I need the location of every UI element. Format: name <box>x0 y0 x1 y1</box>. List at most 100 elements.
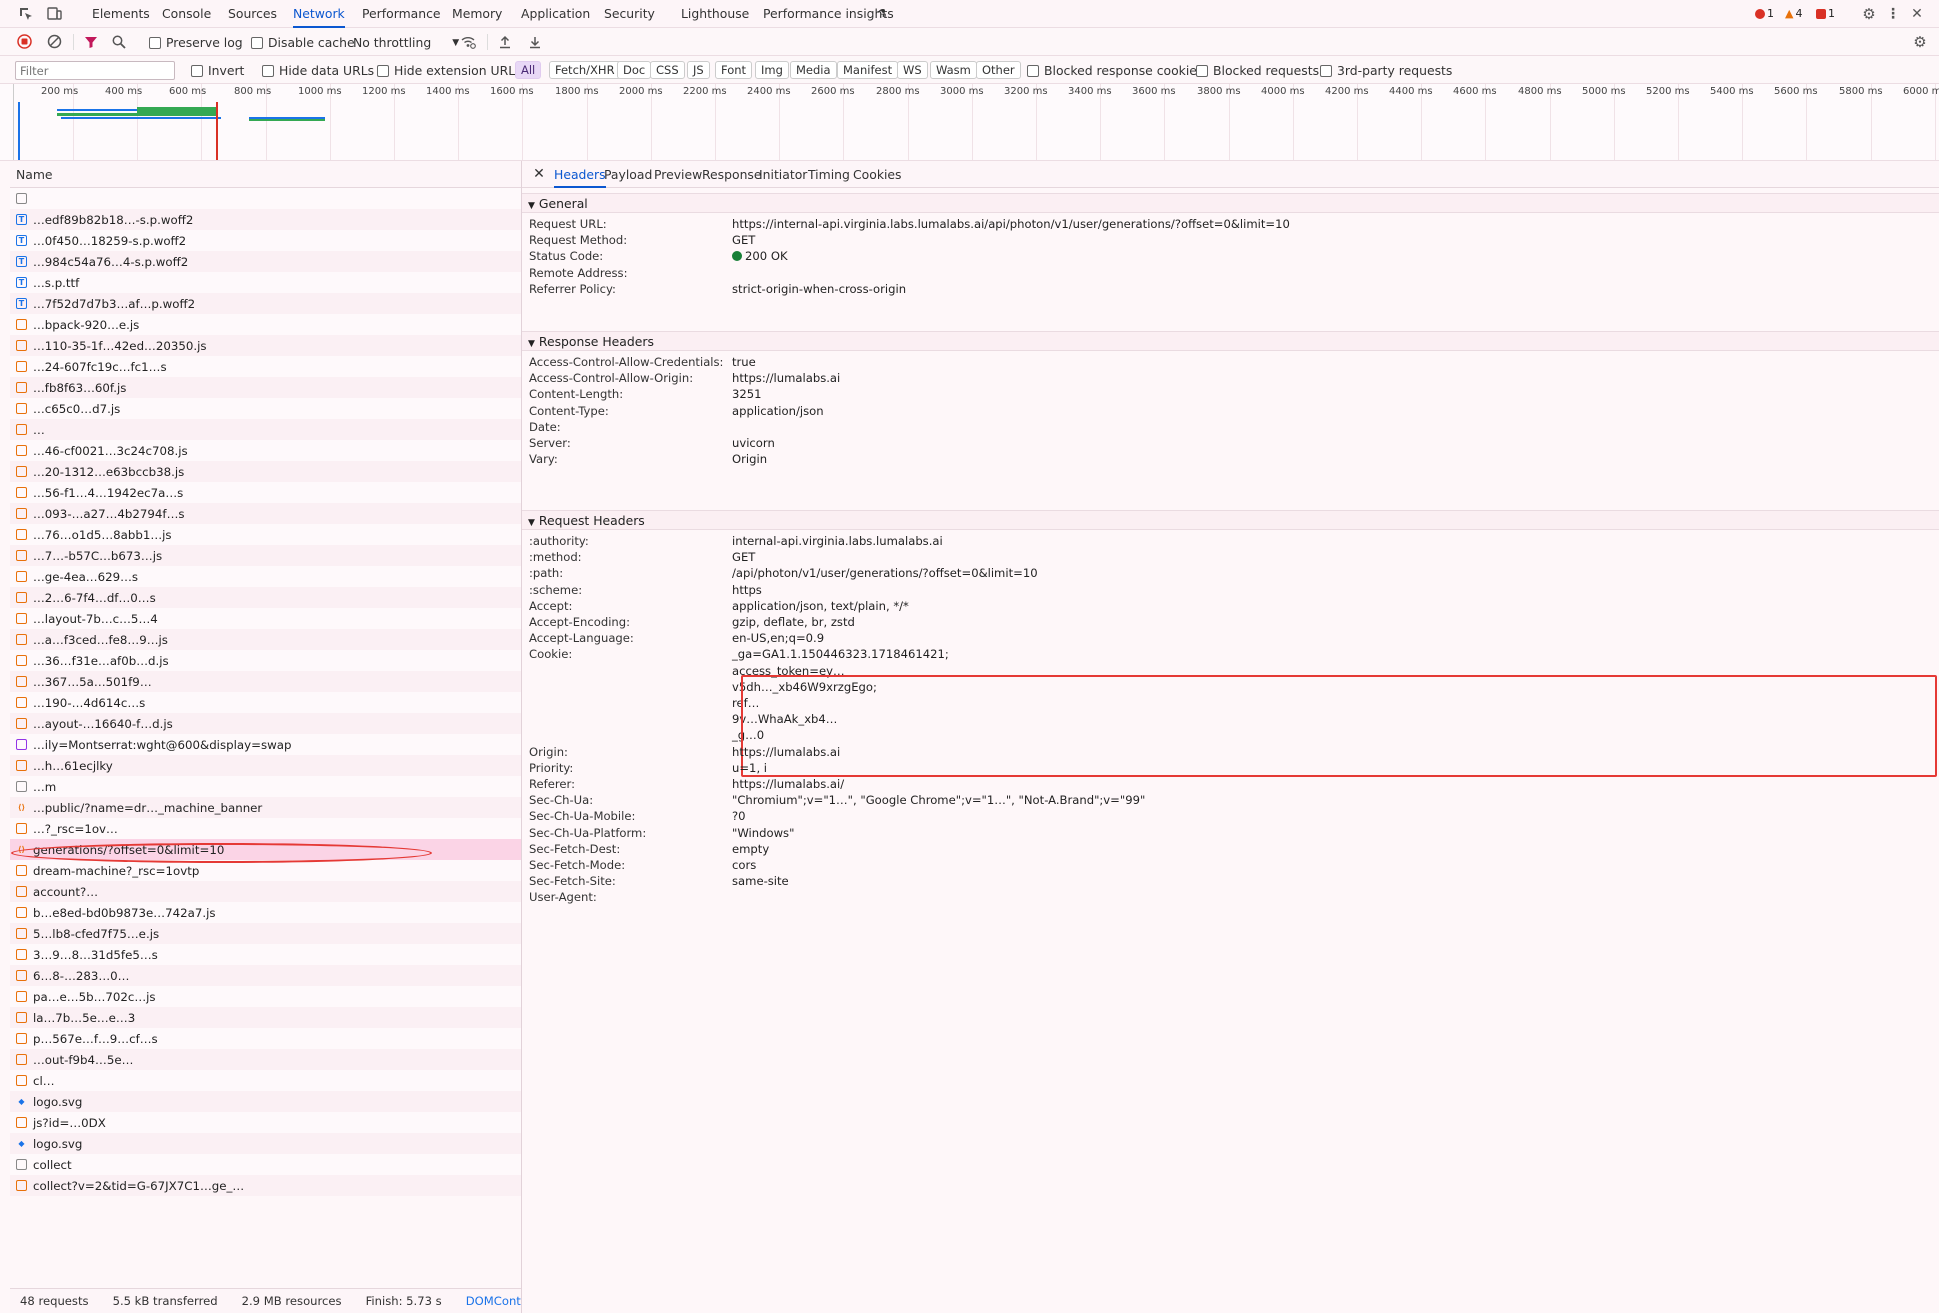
type-filter-manifest[interactable]: Manifest <box>837 61 899 79</box>
request-row[interactable]: cl… <box>10 1070 521 1091</box>
export-har-icon[interactable] <box>527 34 542 49</box>
close-devtools-icon[interactable]: ✕ <box>1908 5 1926 23</box>
preserve-log-checkbox[interactable]: Preserve log <box>149 35 243 50</box>
request-row[interactable]: …76…o1d5…8abb1…js <box>10 524 521 545</box>
request-row[interactable]: …h…61ecjlky <box>10 755 521 776</box>
request-row[interactable]: …out-f9b4…5e… <box>10 1049 521 1070</box>
request-row[interactable]: …layout-7b…c…5…4 <box>10 608 521 629</box>
error-badge[interactable]: 1 <box>1755 7 1774 20</box>
response-headers-section-header[interactable]: ▼ Response Headers <box>522 331 1939 351</box>
request-row[interactable]: …ge-4ea…629…s <box>10 566 521 587</box>
request-row[interactable]: …24-607fc19c…fc1…s <box>10 356 521 377</box>
tab-memory[interactable]: Memory <box>452 0 502 28</box>
filter-funnel-icon[interactable] <box>83 34 98 49</box>
request-row[interactable]: …093-…a27…4b2794f…s <box>10 503 521 524</box>
details-tab-cookies[interactable]: Cookies <box>853 161 902 188</box>
request-row[interactable]: …?_rsc=1ov… <box>10 818 521 839</box>
request-row[interactable]: …ayout-…16640-f…d.js <box>10 713 521 734</box>
type-filter-js[interactable]: JS <box>687 61 710 79</box>
type-filter-font[interactable]: Font <box>715 61 753 79</box>
disable-cache-checkbox[interactable]: Disable cache <box>251 35 355 50</box>
throttling-select[interactable]: No throttling ▼ <box>353 35 459 50</box>
request-row[interactable]: …2…6-7f4…df…0…s <box>10 587 521 608</box>
request-row[interactable]: T …984c54a76…4-s.p.woff2 <box>10 251 521 272</box>
more-options-icon[interactable]: ⋮ <box>1886 5 1900 23</box>
third-party-requests-checkbox[interactable]: 3rd-party requests <box>1320 63 1452 78</box>
import-har-icon[interactable] <box>497 34 512 49</box>
request-row[interactable]: …36…f31e…af0b…d.js <box>10 650 521 671</box>
request-row[interactable]: dream-machine?_rsc=1ovtp <box>10 860 521 881</box>
filter-input[interactable] <box>15 61 175 80</box>
request-row[interactable]: T …0f450…18259-s.p.woff2 <box>10 230 521 251</box>
request-row[interactable]: 6…8-…283…0… <box>10 965 521 986</box>
request-row[interactable]: …ily=Montserrat:wght@600&display=swap <box>10 734 521 755</box>
tab-lighthouse[interactable]: Lighthouse <box>681 0 749 28</box>
request-row[interactable]: …bpack-920…e.js <box>10 314 521 335</box>
hide-extension-urls-checkbox[interactable]: Hide extension URLs <box>377 63 522 78</box>
details-tab-preview[interactable]: Preview <box>654 161 702 188</box>
general-section-header[interactable]: ▼ General <box>522 193 1939 213</box>
type-filter-fetch-xhr[interactable]: Fetch/XHR <box>549 61 621 79</box>
close-details-icon[interactable]: ✕ <box>532 166 546 182</box>
hide-data-urls-checkbox[interactable]: Hide data URLs <box>262 63 374 78</box>
details-tab-payload[interactable]: Payload <box>604 161 652 188</box>
details-tab-headers[interactable]: Headers <box>554 161 606 188</box>
tab-network[interactable]: Network <box>293 0 345 28</box>
network-overview-timeline[interactable]: 200 ms 400 ms 600 ms 800 ms 1000 ms 1200 ms 14… <box>0 84 1939 161</box>
request-row[interactable]: T …s.p.ttf <box>10 272 521 293</box>
request-row[interactable]: b…e8ed-bd0b9873e…742a7.js <box>10 902 521 923</box>
request-row[interactable]: …7…-b57C…b673…js <box>10 545 521 566</box>
type-filter-doc[interactable]: Doc <box>617 61 652 79</box>
invert-checkbox[interactable]: Invert <box>191 63 244 78</box>
request-row[interactable]: collect <box>10 1154 521 1175</box>
request-row[interactable]: …c65c0…d7.js <box>10 398 521 419</box>
request-row[interactable]: pa…e…5b…702c…js <box>10 986 521 1007</box>
inspect-element-icon[interactable] <box>18 6 34 22</box>
request-row[interactable]: 5…lb8-cfed7f75…e.js <box>10 923 521 944</box>
request-headers-section-header[interactable]: ▼ Request Headers <box>522 510 1939 530</box>
device-toolbar-icon[interactable] <box>46 6 62 22</box>
tab-security[interactable]: Security <box>604 0 655 28</box>
tab-console[interactable]: Console <box>162 0 211 28</box>
request-row[interactable]: …110-35-1f…42ed…20350.js <box>10 335 521 356</box>
request-row[interactable]: … <box>10 419 521 440</box>
warning-badge[interactable]: ▲ 4 <box>1785 7 1802 20</box>
request-row[interactable]: la…7b…5e…e…3 <box>10 1007 521 1028</box>
request-row[interactable]: 3…9…8…31d5fe5…s <box>10 944 521 965</box>
blocked-requests-checkbox[interactable]: Blocked requests <box>1196 63 1319 78</box>
tab-elements[interactable]: Elements <box>92 0 150 28</box>
request-list-header[interactable]: Name <box>10 161 521 188</box>
request-row[interactable]: ◆ logo.svg <box>10 1133 521 1154</box>
network-settings-gear-icon[interactable]: ⚙ <box>1911 33 1929 51</box>
tab-sources[interactable]: Sources <box>228 0 277 28</box>
settings-gear-icon[interactable]: ⚙ <box>1860 5 1878 23</box>
type-filter-img[interactable]: Img <box>755 61 789 79</box>
request-row[interactable]: …367…5a…501f9… <box>10 671 521 692</box>
request-row[interactable]: account?… <box>10 881 521 902</box>
type-filter-css[interactable]: CSS <box>650 61 685 79</box>
type-filter-wasm[interactable]: Wasm <box>930 61 977 79</box>
request-row[interactable]: …46-cf0021…3c24c708.js <box>10 440 521 461</box>
tab-performance[interactable]: Performance <box>362 0 441 28</box>
network-conditions-icon[interactable] <box>460 34 476 49</box>
request-row[interactable]: …56-f1…4…1942ec7a…s <box>10 482 521 503</box>
details-tab-timing[interactable]: Timing <box>808 161 850 188</box>
request-row[interactable]: p…567e…f…9…cf…s <box>10 1028 521 1049</box>
request-row[interactable]: …a…f3ced…fe8…9…js <box>10 629 521 650</box>
request-row[interactable]: js?id=…0DX <box>10 1112 521 1133</box>
request-row[interactable] <box>10 188 521 209</box>
search-icon[interactable] <box>111 34 126 49</box>
type-filter-all[interactable]: All <box>515 61 542 79</box>
request-row[interactable]: ◆ logo.svg <box>10 1091 521 1112</box>
request-row[interactable]: …190-…4d614c…s <box>10 692 521 713</box>
request-row[interactable]: T …edf89b82b18…-s.p.woff2 <box>10 209 521 230</box>
request-row[interactable]: T …7f52d7d7b3…af…p.woff2 <box>10 293 521 314</box>
tab-application[interactable]: Application <box>521 0 590 28</box>
blocked-response-cookies-checkbox[interactable]: Blocked response cookies <box>1027 63 1203 78</box>
details-tab-response[interactable]: Response <box>702 161 762 188</box>
details-tab-initiator[interactable]: Initiator <box>759 161 807 188</box>
issues-badge[interactable]: 1 <box>1816 7 1835 20</box>
clear-log-icon[interactable] <box>47 34 62 49</box>
request-row[interactable]: …m <box>10 776 521 797</box>
request-row[interactable]: ⟨⟩ …public/?name=dr…_machine_banner <box>10 797 521 818</box>
